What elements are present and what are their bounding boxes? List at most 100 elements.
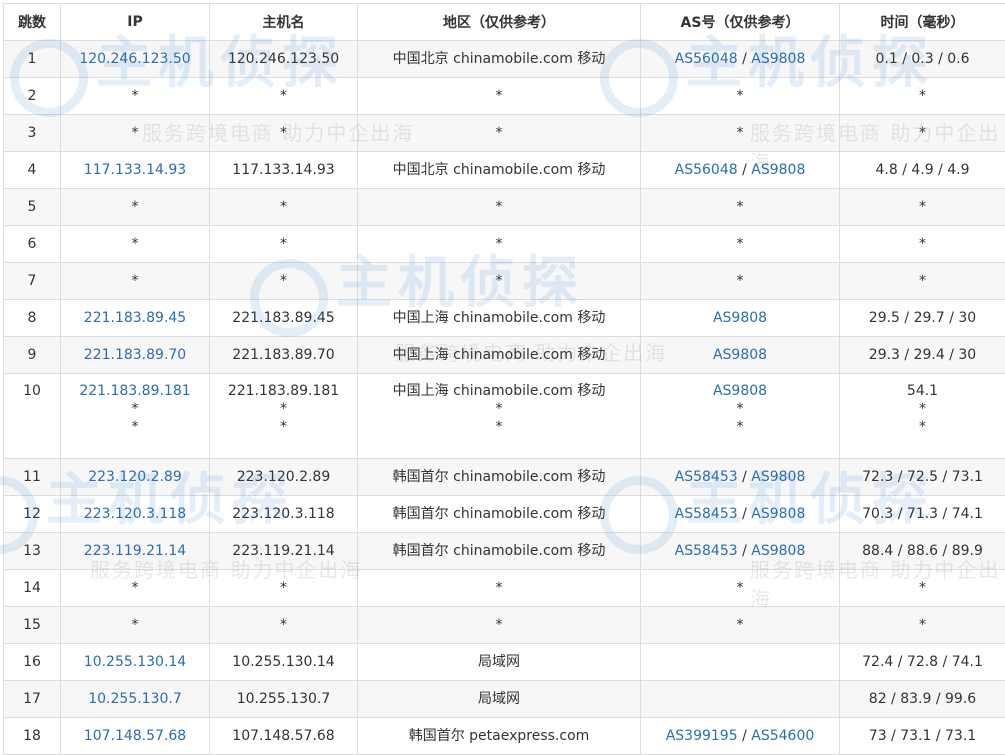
ip-link: * <box>61 616 209 634</box>
ip-link[interactable]: 10.255.130.14 <box>61 653 209 671</box>
hostname-text: * <box>210 272 357 290</box>
table-row: 9221.183.89.70221.183.89.70中国上海 chinamob… <box>4 337 1005 374</box>
ip-link: * <box>61 198 209 216</box>
table-row: 1710.255.130.710.255.130.7局域网82 / 83.9 /… <box>4 681 1005 718</box>
as-link[interactable]: AS58453 <box>675 543 738 559</box>
as-placeholder: * <box>737 617 744 633</box>
table-row: 7***** <box>4 263 1005 300</box>
as-link[interactable]: AS9808 <box>751 51 805 67</box>
as-link[interactable]: AS9808 <box>751 543 805 559</box>
ip-link[interactable]: 223.119.21.14 <box>61 542 209 560</box>
as-line: * <box>641 198 839 216</box>
region-text: * <box>358 272 640 290</box>
as-line: * <box>641 124 839 142</box>
ip-link[interactable]: 221.183.89.70 <box>61 346 209 364</box>
hostname-text: * <box>210 235 357 253</box>
as-link[interactable]: AS9808 <box>751 162 805 178</box>
hostname-text: * <box>210 87 357 105</box>
as-link[interactable]: AS9808 <box>713 383 767 399</box>
time-cell: 29.3 / 29.4 / 30 <box>840 337 1005 374</box>
hostname-cell: * <box>210 78 358 115</box>
as-line: AS9808 <box>641 346 839 364</box>
as-cell: * <box>641 226 840 263</box>
hop-cell: 14 <box>4 570 61 607</box>
ip-cell: 223.119.21.14 <box>61 533 210 570</box>
as-line: * <box>641 272 839 290</box>
hostname-text: 120.246.123.50 <box>210 50 357 68</box>
ip-link[interactable]: 223.120.2.89 <box>61 468 209 486</box>
table-row: 1610.255.130.1410.255.130.14局域网72.4 / 72… <box>4 644 1005 681</box>
time-cell: * <box>840 226 1005 263</box>
ip-cell: * <box>61 263 210 300</box>
hostname-cell: * <box>210 115 358 152</box>
as-link[interactable]: AS58453 <box>675 469 738 485</box>
region-cell: 局域网 <box>358 644 641 681</box>
as-link[interactable]: AS9808 <box>751 469 805 485</box>
ip-link[interactable]: 10.255.130.7 <box>61 690 209 708</box>
ip-cell: * <box>61 115 210 152</box>
as-link[interactable]: AS399195 <box>666 728 738 744</box>
region-text: 中国上海 chinamobile.com 移动 <box>358 346 640 364</box>
ip-cell: 120.246.123.50 <box>61 41 210 78</box>
as-link[interactable]: AS9808 <box>713 347 767 363</box>
hostname-text: 221.183.89.45 <box>210 309 357 327</box>
as-line: AS9808 <box>641 382 839 400</box>
hop-cell: 6 <box>4 226 61 263</box>
region-text: * <box>358 616 640 634</box>
time-text: * <box>840 124 1005 142</box>
hostname-text: 223.120.3.118 <box>210 505 357 523</box>
time-cell: * <box>840 570 1005 607</box>
ip-link[interactable]: 107.148.57.68 <box>61 727 209 745</box>
time-cell: 72.3 / 72.5 / 73.1 <box>840 459 1005 496</box>
hostname-cell: * <box>210 263 358 300</box>
as-link[interactable]: AS9808 <box>713 310 767 326</box>
region-cell: * <box>358 570 641 607</box>
region-cell: * <box>358 115 641 152</box>
time-cell: * <box>840 78 1005 115</box>
ip-link[interactable]: 223.120.3.118 <box>61 505 209 523</box>
as-line: AS399195 / AS54600 <box>641 727 839 745</box>
region-text: * <box>358 400 640 418</box>
hostname-text: * <box>210 579 357 597</box>
time-text: * <box>840 616 1005 634</box>
hostname-cell: 223.119.21.14 <box>210 533 358 570</box>
ip-link[interactable]: 120.246.123.50 <box>61 50 209 68</box>
table-row: 13223.119.21.14223.119.21.14韩国首尔 chinamo… <box>4 533 1005 570</box>
hop-number: 1 <box>28 51 37 67</box>
as-cell: * <box>641 115 840 152</box>
time-cell: * <box>840 189 1005 226</box>
as-separator: / <box>738 51 752 67</box>
as-cell: * <box>641 189 840 226</box>
time-text: * <box>840 87 1005 105</box>
ip-link[interactable]: 221.183.89.181 <box>61 382 209 400</box>
as-line: AS58453 / AS9808 <box>641 542 839 560</box>
hostname-cell: 221.183.89.45 <box>210 300 358 337</box>
as-link[interactable]: AS58453 <box>675 506 738 522</box>
hostname-text: * <box>210 418 357 436</box>
table-row: 8221.183.89.45221.183.89.45中国上海 chinamob… <box>4 300 1005 337</box>
as-cell: AS9808 <box>641 337 840 374</box>
ip-cell: 223.120.2.89 <box>61 459 210 496</box>
as-link[interactable]: AS9808 <box>751 506 805 522</box>
traceroute-table: 跳数 IP 主机名 地区（仅供参考） AS号（仅供参考） 时间（毫秒） 1 120… <box>3 3 1005 755</box>
as-cell: AS56048 / AS9808 <box>641 152 840 189</box>
region-text: 韩国首尔 petaexpress.com <box>358 727 640 745</box>
as-separator: / <box>738 543 752 559</box>
table-header-row: 跳数 IP 主机名 地区（仅供参考） AS号（仅供参考） 时间（毫秒） <box>4 4 1005 41</box>
hop-cell: 13 <box>4 533 61 570</box>
as-placeholder: * <box>737 125 744 141</box>
ip-link[interactable]: 221.183.89.45 <box>61 309 209 327</box>
hop-number: 3 <box>28 125 37 141</box>
hop-number: 4 <box>28 162 37 178</box>
as-link[interactable]: AS54600 <box>751 728 814 744</box>
as-placeholder: * <box>737 88 744 104</box>
as-link[interactable]: AS56048 <box>675 51 738 67</box>
hop-cell: 12 <box>4 496 61 533</box>
table-row: 4117.133.14.93117.133.14.93中国北京 chinamob… <box>4 152 1005 189</box>
as-link[interactable]: AS56048 <box>675 162 738 178</box>
ip-link[interactable]: 117.133.14.93 <box>61 161 209 179</box>
as-line: AS9808 <box>641 309 839 327</box>
time-cell: * <box>840 607 1005 644</box>
hop-cell: 7 <box>4 263 61 300</box>
ip-cell: 223.120.3.118 <box>61 496 210 533</box>
